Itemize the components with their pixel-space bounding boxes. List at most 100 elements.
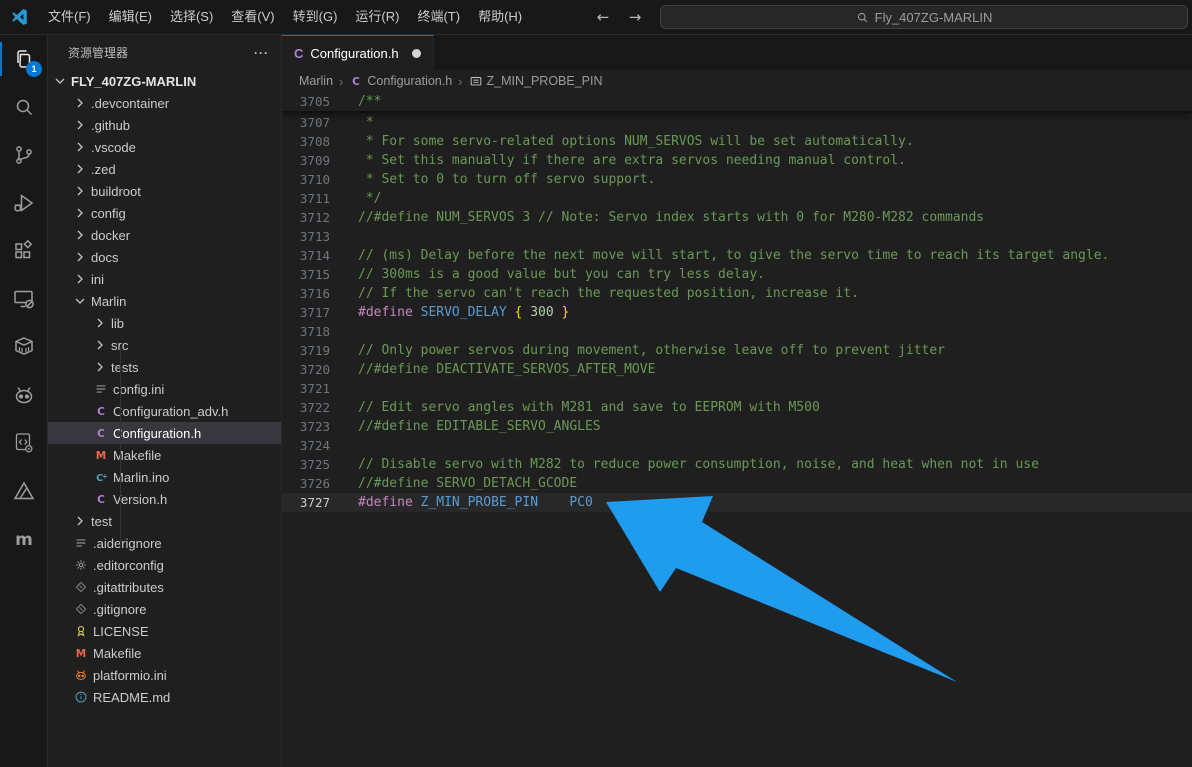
activity-item-explorer[interactable]: 1 xyxy=(0,35,47,83)
tree-item-lib[interactable]: lib xyxy=(48,312,281,334)
modified-indicator-icon[interactable] xyxy=(412,49,421,58)
tree-item-.editorconfig[interactable]: .editorconfig xyxy=(48,554,281,576)
tab-bar: C Configuration.h xyxy=(282,35,1192,70)
code-line-3707[interactable]: 3707 * xyxy=(282,113,1192,132)
command-center-search[interactable]: Fly_407ZG-MARLIN xyxy=(660,5,1188,29)
breadcrumb-item[interactable]: CConfiguration.h xyxy=(349,74,452,88)
activity-item-run-and-debug[interactable] xyxy=(0,179,47,227)
menu-item[interactable]: 查看(V) xyxy=(222,5,283,29)
code-line-3713[interactable]: 3713 xyxy=(282,227,1192,246)
tree-item-license[interactable]: LICENSE xyxy=(48,620,281,642)
chevron-right-icon xyxy=(92,315,108,331)
tree-item-docs[interactable]: docs xyxy=(48,246,281,268)
tree-item-.devcontainer[interactable]: .devcontainer xyxy=(48,92,281,114)
activity-item-code-runner[interactable] xyxy=(0,419,47,467)
code-line-3722[interactable]: 3722// Edit servo angles with M281 and s… xyxy=(282,398,1192,417)
breadcrumb-item[interactable]: Marlin xyxy=(299,74,333,88)
tree-item-readme.md[interactable]: README.md xyxy=(48,686,281,708)
tree-item-ini[interactable]: ini xyxy=(48,268,281,290)
activity-item-search[interactable] xyxy=(0,83,47,131)
menu-item[interactable]: 帮助(H) xyxy=(469,5,531,29)
list-icon xyxy=(72,535,90,551)
tree-item-src[interactable]: src xyxy=(48,334,281,356)
line-number: 3715 xyxy=(282,265,330,284)
sidebar-header: 资源管理器 ··· xyxy=(48,35,281,70)
menu-item[interactable]: 文件(F) xyxy=(39,5,100,29)
tree-item-marlin[interactable]: Marlin xyxy=(48,290,281,312)
code-line-3715[interactable]: 3715// 300ms is a good value but you can… xyxy=(282,265,1192,284)
sticky-scroll-line[interactable]: 3705/** xyxy=(282,92,1192,113)
code-line-3716[interactable]: 3716// If the servo can't reach the requ… xyxy=(282,284,1192,303)
code-line-3714[interactable]: 3714// (ms) Delay before the next move w… xyxy=(282,246,1192,265)
breadcrumb-item[interactable]: Z_MIN_PROBE_PIN xyxy=(469,74,603,88)
code-line-3723[interactable]: 3723//#define EDITABLE_SERVO_ANGLES xyxy=(282,417,1192,436)
activity-item-source-control[interactable] xyxy=(0,131,47,179)
tree-item-configuration.h[interactable]: CConfiguration.h xyxy=(48,422,281,444)
back-button[interactable]: ← xyxy=(592,8,614,26)
tree-item-config[interactable]: config xyxy=(48,202,281,224)
tree-root-fly_407zg-marlin[interactable]: FLY_407ZG-MARLIN xyxy=(48,70,281,92)
code-editor[interactable]: 3705/** 3707 *3708 * For some servo-rela… xyxy=(282,92,1192,767)
tree-item-.gitignore[interactable]: .gitignore xyxy=(48,598,281,620)
tree-item-makefile[interactable]: MMakefile xyxy=(48,444,281,466)
code-line-3721[interactable]: 3721 xyxy=(282,379,1192,398)
tree-item-label: .gitignore xyxy=(93,602,146,617)
tree-item-.aiderignore[interactable]: .aiderignore xyxy=(48,532,281,554)
code-line-3726[interactable]: 3726//#define SERVO_DETACH_GCODE xyxy=(282,474,1192,493)
code-line-3709[interactable]: 3709 * Set this manually if there are ex… xyxy=(282,151,1192,170)
forward-button[interactable]: → xyxy=(624,8,646,26)
menu-item[interactable]: 选择(S) xyxy=(161,5,222,29)
activity-item-remote-explorer[interactable] xyxy=(0,275,47,323)
tree-item-.github[interactable]: .github xyxy=(48,114,281,136)
tab-configuration-h[interactable]: C Configuration.h xyxy=(282,35,434,70)
svg-text:M: M xyxy=(96,450,106,462)
tree-item-test[interactable]: test xyxy=(48,510,281,532)
code-line-3724[interactable]: 3724 xyxy=(282,436,1192,455)
menu-item[interactable]: 运行(R) xyxy=(346,5,408,29)
code-line-3710[interactable]: 3710 * Set to 0 to turn off servo suppor… xyxy=(282,170,1192,189)
svg-text:M: M xyxy=(76,648,86,660)
code-line-3712[interactable]: 3712//#define NUM_SERVOS 3 // Note: Serv… xyxy=(282,208,1192,227)
activity-item-containers[interactable] xyxy=(0,323,47,371)
tree-item-config.ini[interactable]: config.ini xyxy=(48,378,281,400)
search-icon xyxy=(856,11,869,24)
code-line-3718[interactable]: 3718 xyxy=(282,322,1192,341)
tree-item-label: docker xyxy=(91,228,130,243)
tree-item-marlin.ino[interactable]: C+Marlin.ino xyxy=(48,466,281,488)
activity-item-aider[interactable] xyxy=(0,467,47,515)
menu-item[interactable]: 编辑(E) xyxy=(100,5,161,29)
activity-item-platformio[interactable] xyxy=(0,371,47,419)
tree-item-buildroot[interactable]: buildroot xyxy=(48,180,281,202)
code-line-3711[interactable]: 3711 */ xyxy=(282,189,1192,208)
container-icon xyxy=(12,335,36,359)
code-line-3717[interactable]: 3717#define SERVO_DELAY { 300 } xyxy=(282,303,1192,322)
line-number: 3722 xyxy=(282,398,330,417)
line-content: //#define SERVO_DETACH_GCODE xyxy=(330,474,577,493)
code-line-3720[interactable]: 3720//#define DEACTIVATE_SERVOS_AFTER_MO… xyxy=(282,360,1192,379)
tree-item-platformio.ini[interactable]: platformio.ini xyxy=(48,664,281,686)
tree-item-docker[interactable]: docker xyxy=(48,224,281,246)
line-content xyxy=(330,436,358,455)
code-line-3719[interactable]: 3719// Only power servos during movement… xyxy=(282,341,1192,360)
tree-item-.vscode[interactable]: .vscode xyxy=(48,136,281,158)
menu-item[interactable]: 终端(T) xyxy=(408,5,469,29)
tree-item-configuration_adv.h[interactable]: CConfiguration_adv.h xyxy=(48,400,281,422)
activity-item-extensions[interactable] xyxy=(0,227,47,275)
code-line-3725[interactable]: 3725// Disable servo with M282 to reduce… xyxy=(282,455,1192,474)
code-line-3705[interactable]: 3705/** xyxy=(282,92,1192,111)
activity-item-m-extension[interactable]: m xyxy=(0,515,47,563)
tree-item-.zed[interactable]: .zed xyxy=(48,158,281,180)
tree-item-tests[interactable]: tests xyxy=(48,356,281,378)
search-icon xyxy=(12,95,36,119)
line-number: 3718 xyxy=(282,322,330,341)
tree-item-makefile[interactable]: MMakefile xyxy=(48,642,281,664)
tree-item-label: README.md xyxy=(93,690,170,705)
tree-item-.gitattributes[interactable]: .gitattributes xyxy=(48,576,281,598)
line-number: 3724 xyxy=(282,436,330,455)
tree-item-version.h[interactable]: CVersion.h xyxy=(48,488,281,510)
code-line-3727[interactable]: 3727#define Z_MIN_PROBE_PIN PC0 xyxy=(282,493,1192,512)
more-actions-icon[interactable]: ··· xyxy=(254,46,269,60)
menu-item[interactable]: 转到(G) xyxy=(284,5,347,29)
line-content: * Set this manually if there are extra s… xyxy=(330,151,906,170)
code-line-3708[interactable]: 3708 * For some servo-related options NU… xyxy=(282,132,1192,151)
